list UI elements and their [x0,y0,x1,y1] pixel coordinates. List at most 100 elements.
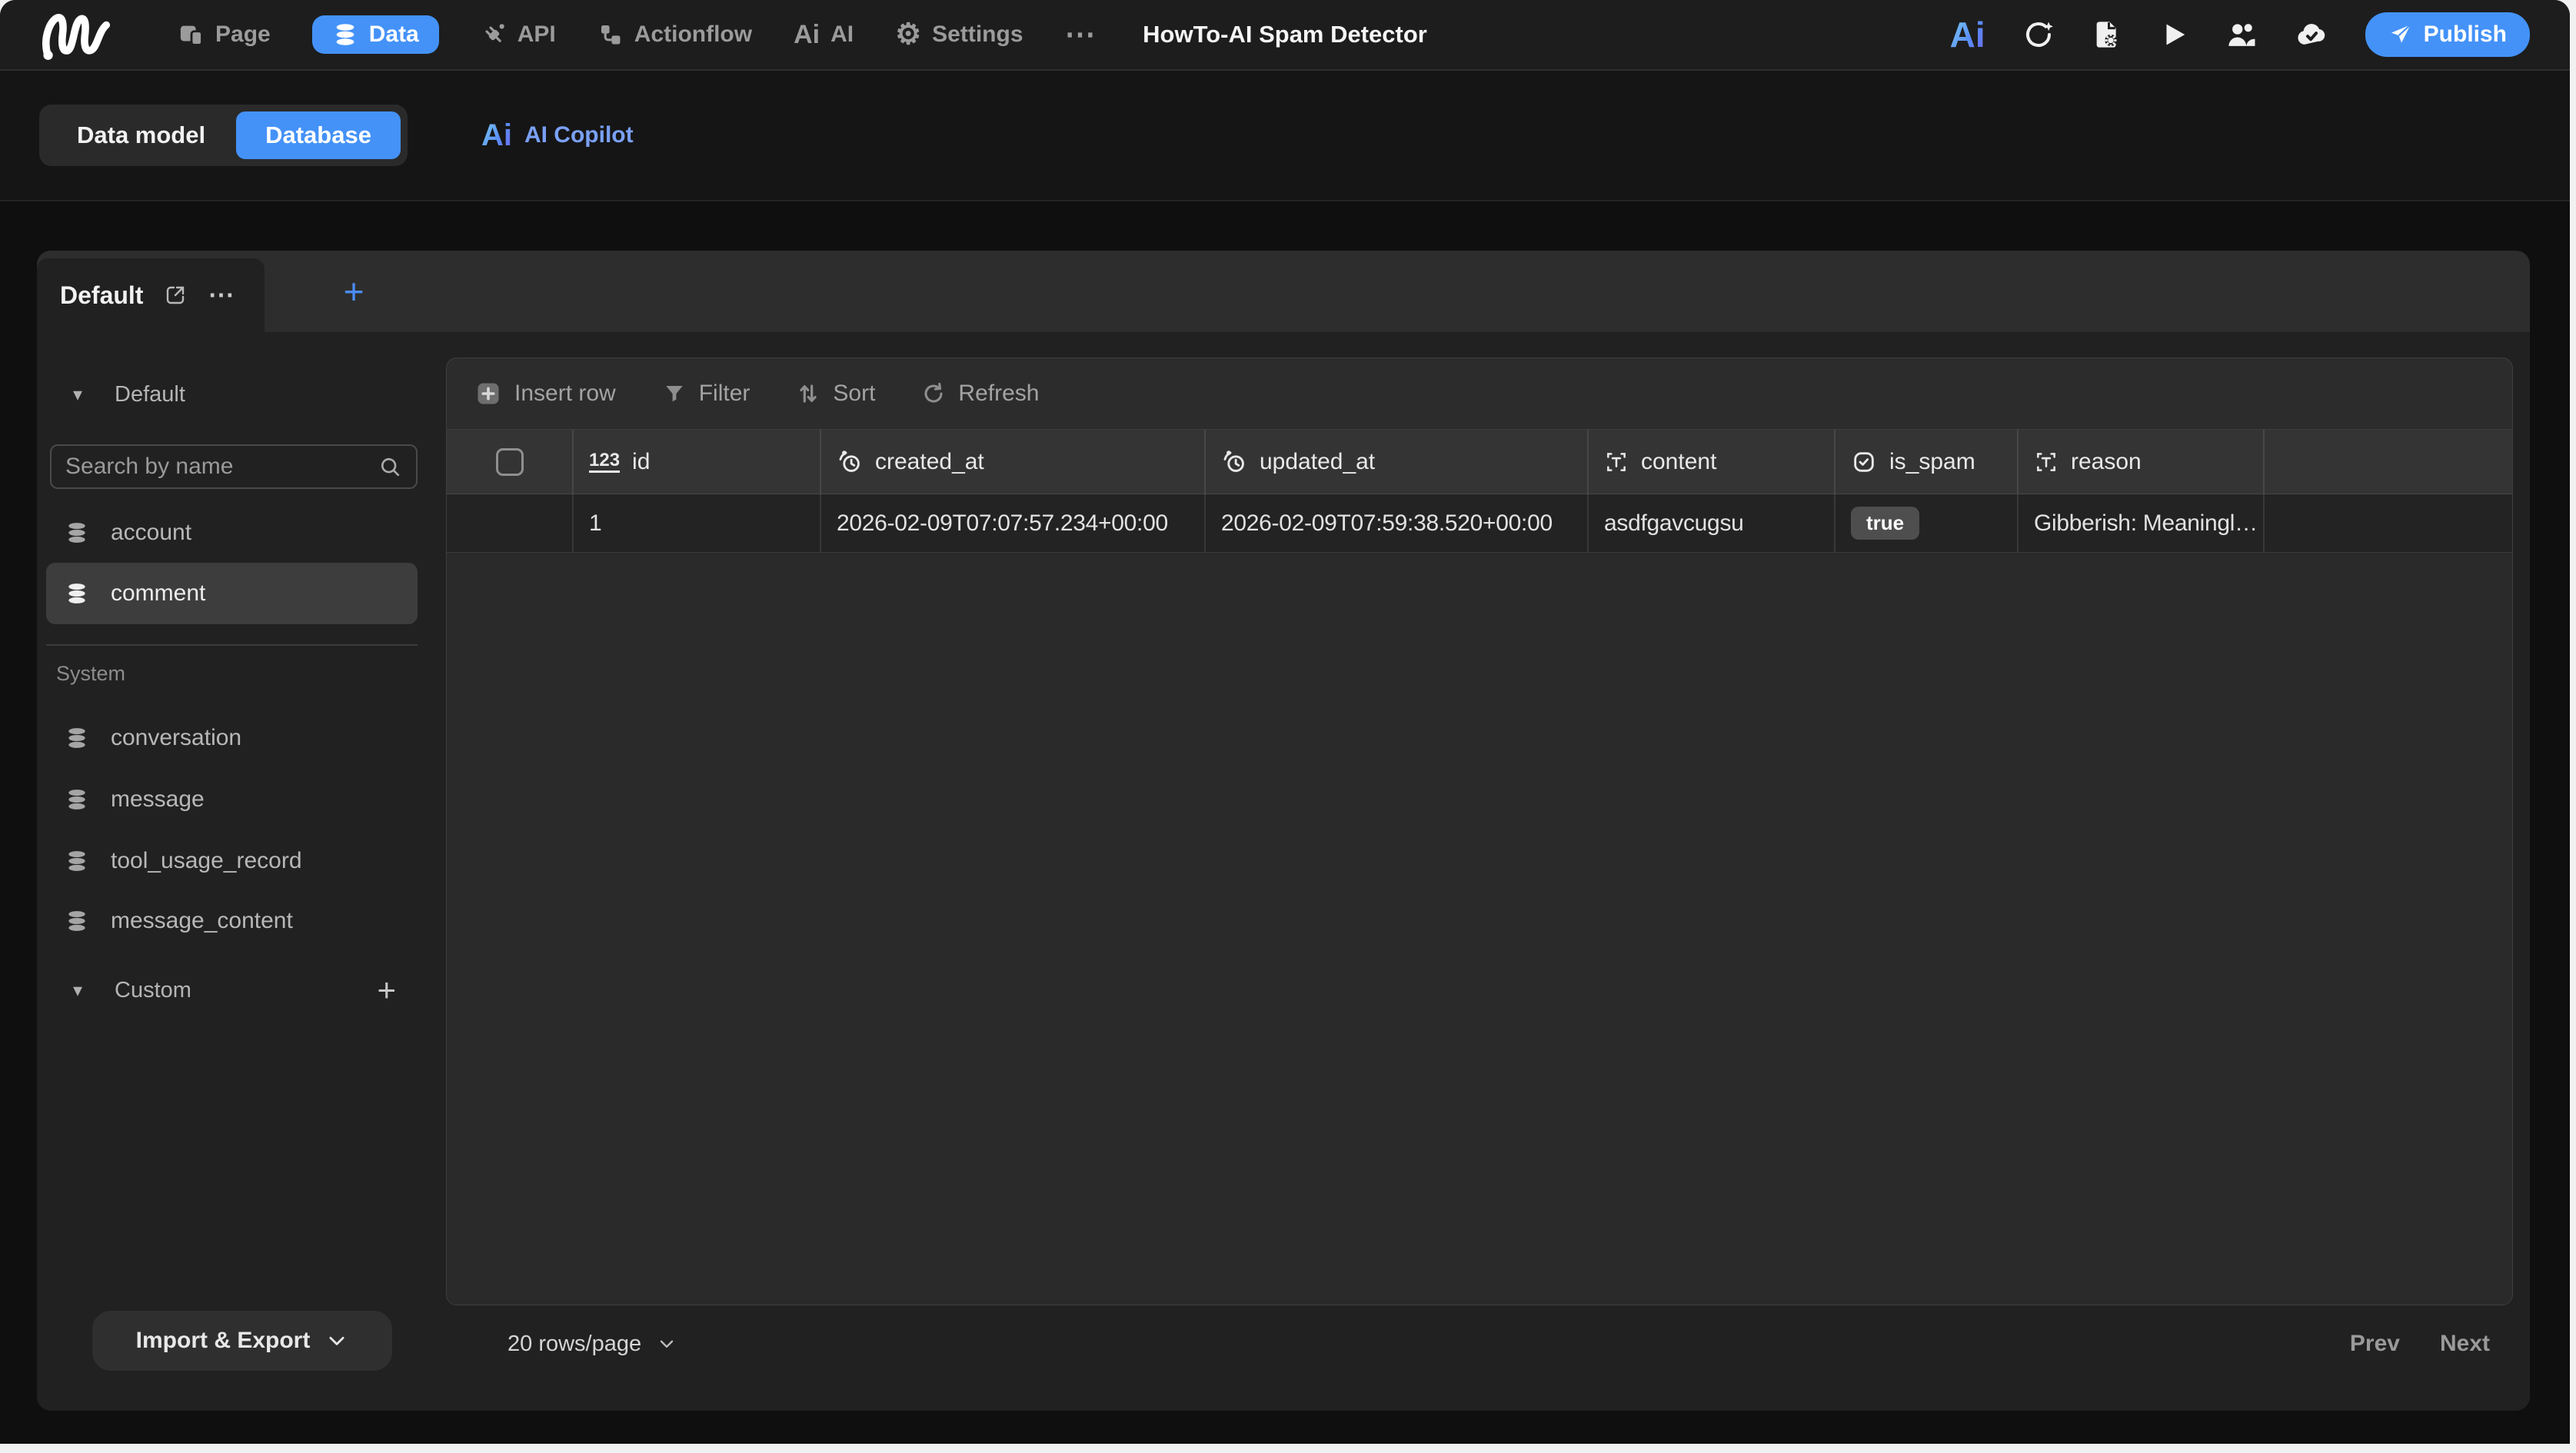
view-tab-menu-icon[interactable]: ⋯ [208,280,235,311]
sidebar-item-label: account [111,520,192,545]
app-window: Page Data API Actionflow Ai AI ⚙ Setting… [0,0,2570,1444]
column-header-id[interactable]: 123 id [574,430,821,494]
text-type-icon [2037,452,2055,471]
open-in-new-icon[interactable] [163,283,188,308]
system-section-label: System [56,662,126,685]
column-header-updated-at[interactable]: updated_at [1206,430,1589,494]
boolean-badge: true [1851,507,1920,540]
sidebar-item-label: comment [111,580,206,606]
search-input[interactable] [65,454,378,480]
next-page-button[interactable]: Next [2440,1331,2490,1357]
history-icon[interactable] [2022,18,2055,51]
tables-sidebar: ▾ Default account [37,332,446,1411]
add-view-button[interactable]: + [308,251,400,332]
group-default[interactable]: ▾ Default [73,377,185,412]
publish-label: Publish [2423,22,2507,47]
table-footer: 20 rows/page Prev Next [446,1321,2513,1367]
nav-more-icon[interactable]: ⋯ [1065,17,1097,52]
filter-button[interactable]: Filter [662,381,751,407]
rows-per-page-label: 20 rows/page [508,1331,642,1356]
sidebar-item-conversation[interactable]: conversation [46,707,418,769]
sort-label: Sort [833,381,876,406]
sidebar-item-tool-usage-record[interactable]: tool_usage_record [46,830,418,892]
insert-row-button[interactable]: Insert row [474,380,616,407]
view-tab-default[interactable]: Default ⋯ [37,258,265,332]
table-icon [68,911,85,931]
sidebar-item-account[interactable]: account [46,502,418,564]
table-icon [68,728,85,748]
table-area: Insert row Filter Sort Refresh 123 id cr… [446,332,2530,1411]
column-header-is-spam[interactable]: is_spam [1835,430,2019,494]
app-logo[interactable] [40,9,125,60]
table-panel: Insert row Filter Sort Refresh 123 id cr… [446,357,2513,1305]
column-header-content[interactable]: content [1589,430,1835,494]
refresh-icon [924,382,943,403]
insert-row-label: Insert row [514,381,616,406]
nav-ai[interactable]: Ai AI [794,20,854,50]
table-empty-body [447,553,2512,1305]
tab-data-model[interactable]: Data model [46,121,236,149]
collapse-triangle-icon: ▾ [73,979,83,1001]
nav-api-label: API [517,22,556,47]
nav-settings[interactable]: ⚙ Settings [895,20,1023,49]
search-icon [381,457,400,477]
refresh-label: Refresh [958,381,1040,406]
nav-data-label: Data [368,22,419,47]
publish-button[interactable]: Publish [2365,12,2530,57]
ai-copilot-button[interactable]: Ai AI Copilot [481,120,634,151]
ai-copilot-label: AI Copilot [524,122,634,148]
import-export-button[interactable]: Import & Export [92,1311,392,1371]
table-row[interactable]: 1 2026-02-09T07:07:57.234+00:00 2026-02-… [447,494,2512,553]
ai-assistant-icon[interactable]: Ai [1950,17,1985,52]
row-select-cell[interactable] [447,494,574,552]
sidebar-item-label: conversation [111,725,242,750]
sort-button[interactable]: Sort [796,381,875,407]
column-header-spacer [2265,430,2512,494]
cell-created-at[interactable]: 2026-02-09T07:07:57.234+00:00 [821,494,1206,552]
cloud-sync-icon[interactable] [2295,18,2328,52]
select-all-cell [447,430,574,494]
sidebar-item-message[interactable]: message [46,769,418,830]
table-header-row: 123 id created_at updated_at content is_… [447,430,2512,494]
nav-data[interactable]: Data [311,15,439,54]
sidebar-item-label: message [111,786,205,812]
cell-reason[interactable]: Gibberish: Meaningl… [2019,494,2265,552]
cell-is-spam[interactable]: true [1835,494,2019,552]
filter-label: Filter [698,381,751,406]
prev-page-button[interactable]: Prev [2350,1331,2400,1357]
flow-icon [601,25,621,45]
chevron-down-icon [660,1340,674,1348]
sidebar-item-message-content[interactable]: message_content [46,890,418,952]
mode-bar: Data model Database Ai AI Copilot [0,71,2570,201]
add-custom-table-button[interactable]: + [377,972,396,1009]
text-type-icon [1607,452,1626,471]
filter-icon [666,386,683,402]
insert-row-icon [478,383,499,404]
number-type-icon: 123 [589,451,621,474]
group-custom[interactable]: ▾ Custom + [46,959,418,1021]
tab-database[interactable]: Database [236,111,401,159]
sidebar-item-label: tool_usage_record [111,848,302,873]
doc-settings-icon[interactable] [2092,19,2122,50]
import-export-label: Import & Export [135,1328,311,1353]
select-all-checkbox[interactable] [495,447,524,476]
cell-id[interactable]: 1 [574,494,821,552]
sidebar-item-comment[interactable]: comment [46,563,418,624]
nav-actionflow-label: Actionflow [634,22,753,47]
cell-content[interactable]: asdfgavcugsu [1589,494,1835,552]
refresh-button[interactable]: Refresh [921,381,1039,407]
data-mode-switch: Data model Database [39,105,408,166]
cell-updated-at[interactable]: 2026-02-09T07:59:38.520+00:00 [1206,494,1589,552]
column-label: created_at [875,448,984,474]
table-search [50,444,418,489]
rows-per-page-select[interactable]: 20 rows/page [508,1332,677,1357]
preview-play-icon[interactable] [2159,20,2188,49]
plug-icon [485,24,504,42]
nav-actionflow[interactable]: Actionflow [597,22,752,48]
table-icon [68,584,85,603]
column-header-reason[interactable]: reason [2019,430,2265,494]
collaborators-icon[interactable] [2225,18,2258,51]
nav-page[interactable]: Page [178,22,271,48]
nav-api[interactable]: API [481,22,556,48]
column-header-created-at[interactable]: created_at [821,430,1206,494]
